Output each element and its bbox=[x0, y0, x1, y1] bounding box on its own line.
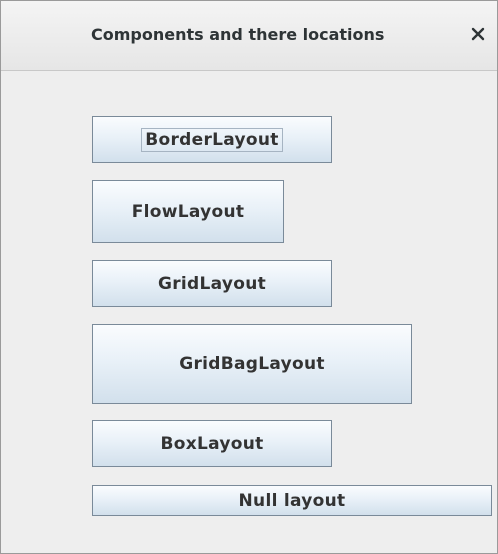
grid-layout-label: GridLayout bbox=[157, 273, 267, 294]
title-bar[interactable]: Components and there locations bbox=[1, 1, 497, 71]
box-layout-button[interactable]: BoxLayout bbox=[92, 420, 332, 467]
window-title: Components and there locations bbox=[91, 25, 385, 44]
null-layout-label: Null layout bbox=[238, 490, 346, 511]
close-icon bbox=[471, 27, 485, 41]
null-layout-button[interactable]: Null layout bbox=[92, 485, 492, 516]
flow-layout-label: FlowLayout bbox=[131, 201, 245, 222]
close-button[interactable] bbox=[465, 19, 491, 49]
border-layout-button[interactable]: BorderLayout bbox=[92, 116, 332, 163]
gridbag-layout-label: GridBagLayout bbox=[179, 354, 325, 374]
box-layout-label: BoxLayout bbox=[160, 433, 264, 454]
app-window: Components and there locations BorderLay… bbox=[0, 0, 498, 554]
gridbag-layout-button[interactable]: GridBagLayout bbox=[92, 324, 412, 404]
border-layout-label: BorderLayout bbox=[141, 127, 283, 152]
content-panel: BorderLayout FlowLayout GridLayout GridB… bbox=[1, 71, 497, 553]
grid-layout-button[interactable]: GridLayout bbox=[92, 260, 332, 307]
flow-layout-button[interactable]: FlowLayout bbox=[92, 180, 284, 243]
